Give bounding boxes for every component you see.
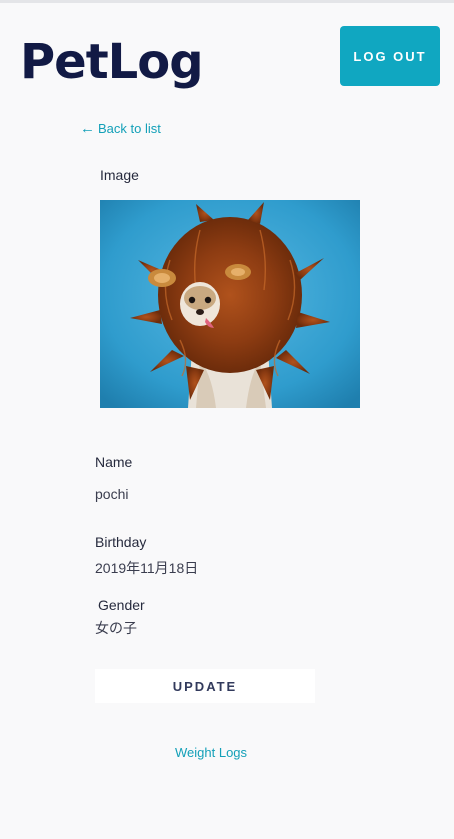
gender-value: 女の子 bbox=[95, 620, 137, 636]
back-to-list-link[interactable]: ← Back to list bbox=[80, 120, 161, 137]
update-button[interactable]: UPDATE bbox=[95, 669, 315, 703]
weight-logs-link[interactable]: Weight Logs bbox=[175, 745, 247, 760]
gender-label: Gender bbox=[98, 597, 145, 613]
birthday-value: 2019年11月18日 bbox=[95, 560, 199, 576]
birthday-label: Birthday bbox=[95, 534, 147, 550]
name-value: pochi bbox=[95, 486, 129, 502]
name-label: Name bbox=[95, 454, 133, 470]
logout-button[interactable]: LOG OUT bbox=[340, 26, 440, 86]
pet-photo bbox=[100, 200, 360, 408]
arrow-left-icon: ← bbox=[80, 120, 95, 137]
image-label: Image bbox=[100, 167, 139, 183]
top-divider bbox=[0, 0, 454, 3]
app-logo: PetLog bbox=[20, 34, 204, 90]
back-to-list-label: Back to list bbox=[98, 121, 161, 136]
